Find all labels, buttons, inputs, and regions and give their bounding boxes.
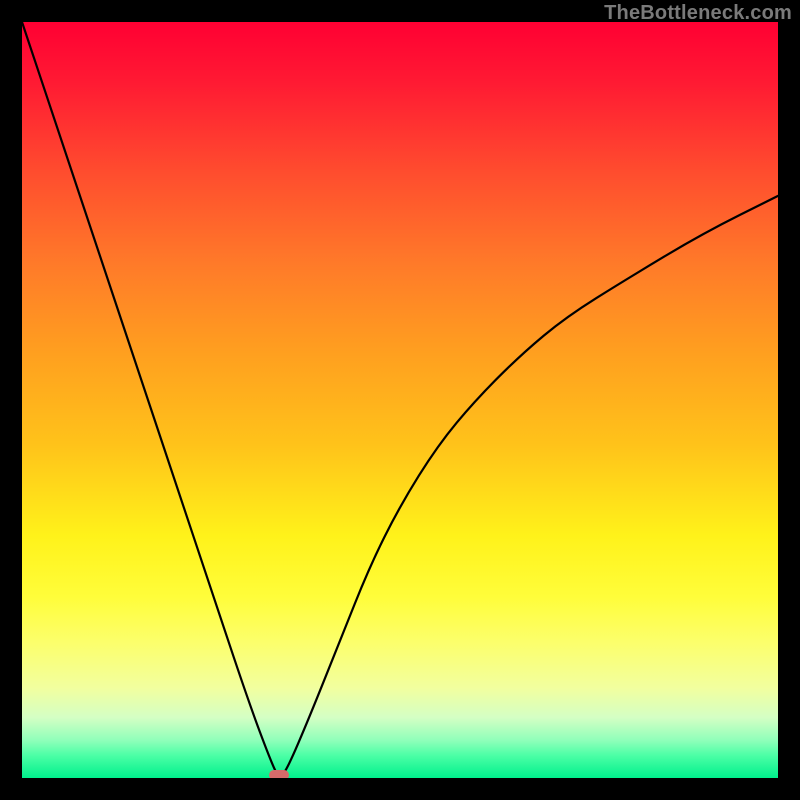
minimum-marker [269, 770, 289, 778]
chart-area [22, 22, 778, 778]
bottleneck-curve [22, 22, 778, 778]
